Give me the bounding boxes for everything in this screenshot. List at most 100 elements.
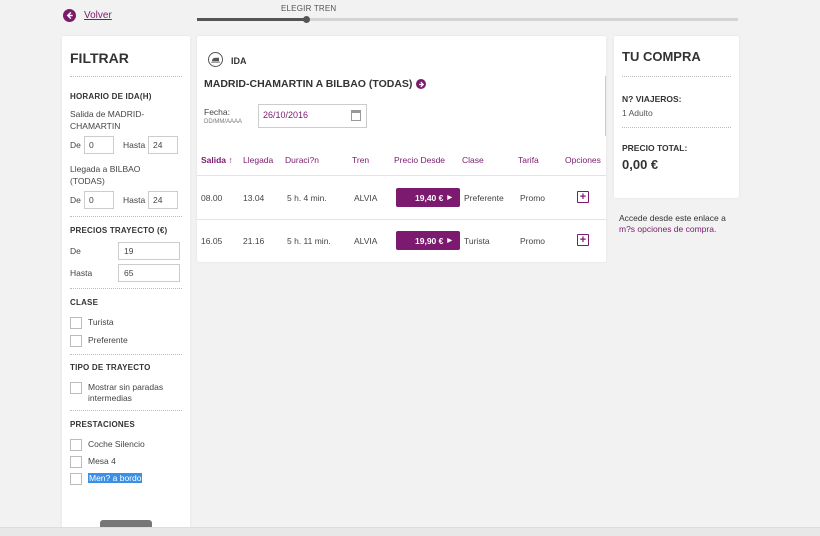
column-header-duration[interactable]: Duraci?n	[285, 155, 319, 165]
services-title: PRESTACIONES	[70, 420, 135, 429]
purchase-panel: TU COMPRA N? VIAJEROS: 1 Adulto PRECIO T…	[614, 36, 739, 198]
price-value: 19,40 €	[415, 192, 444, 203]
class-option-turista[interactable]: Turista	[70, 317, 182, 329]
progress-fill	[197, 18, 307, 21]
nonstop-option-label: Mostrar sin paradas intermedias	[88, 382, 164, 403]
scroll-track[interactable]	[605, 76, 606, 136]
purchase-options-note: Accede desde este enlace a m?s opciones …	[619, 213, 744, 235]
arrival-to-label: Hasta	[123, 195, 146, 205]
total-value: 0,00 €	[622, 157, 659, 172]
service-option-silencio[interactable]: Coche Silencio	[70, 439, 182, 451]
column-header-price[interactable]: Precio Desde	[394, 155, 445, 165]
service-option-mesa[interactable]: Mesa 4	[70, 456, 182, 468]
step-label: ELEGIR TREN	[281, 4, 337, 13]
horizontal-scrollbar[interactable]	[0, 527, 820, 536]
plus-icon[interactable]: +	[577, 234, 589, 246]
checkbox[interactable]	[70, 473, 82, 485]
service-option-label: Mesa 4	[88, 456, 116, 466]
schedule-title: HORARIO DE IDA(H)	[70, 92, 152, 101]
departure-from-label: De	[70, 140, 81, 150]
class-option-label: Turista	[88, 317, 114, 327]
divider	[197, 175, 606, 176]
price-value: 19,90 €	[415, 235, 444, 246]
arrival-time: 13.04	[243, 193, 265, 203]
results-panel: IDA MADRID-CHAMARTIN A BILBAO (TODAS) Fe…	[197, 36, 606, 262]
train-type: ALVIA	[354, 236, 378, 246]
price-button[interactable]: 19,90 € ▶	[396, 231, 460, 250]
divider	[70, 354, 182, 355]
purchase-options-link[interactable]: m?s opciones de compra.	[619, 224, 716, 234]
departure-to-label: Hasta	[123, 140, 146, 150]
travelers-label: N? VIAJEROS:	[622, 94, 682, 104]
date-label: Fecha:	[204, 107, 230, 117]
price-from-row: De 19	[70, 242, 182, 260]
travel-class: Preferente	[464, 193, 504, 203]
departure-time: 16.05	[201, 236, 223, 246]
plus-icon[interactable]: +	[577, 191, 589, 203]
route-text: MADRID-CHAMARTIN A BILBAO (TODAS)	[204, 78, 413, 90]
arrow-left-icon	[63, 9, 76, 22]
travelers-value: 1 Adulto	[622, 108, 653, 118]
checkbox[interactable]	[70, 456, 82, 468]
filter-panel: FILTRAR HORARIO DE IDA(H) Salida de MADR…	[62, 36, 190, 536]
service-option-label: Coche Silencio	[88, 439, 145, 449]
price-from-input[interactable]: 19	[118, 242, 180, 260]
filter-title: FILTRAR	[70, 50, 182, 77]
class-title: CLASE	[70, 298, 99, 307]
calendar-icon[interactable]	[351, 110, 361, 121]
travel-class: Turista	[464, 236, 490, 246]
train-type: ALVIA	[354, 193, 378, 203]
service-option-menu[interactable]: Men? a bordo	[70, 473, 182, 485]
class-option-preferente[interactable]: Preferente	[70, 335, 182, 347]
service-option-label: Men? a bordo	[88, 473, 143, 483]
back-label: Volver	[84, 10, 112, 21]
departure-to-input[interactable]: 24	[148, 136, 178, 154]
arrival-from-input[interactable]: 0	[84, 191, 114, 209]
progress-steps: ELEGIR TREN	[197, 4, 738, 24]
column-header-options: Opciones	[565, 155, 601, 165]
price-button[interactable]: 19,40 € ▶	[396, 188, 460, 207]
progress-marker	[303, 16, 310, 23]
date-format-hint: DD/MM/AAAA	[204, 119, 243, 125]
divider	[70, 410, 182, 411]
checkbox[interactable]	[70, 382, 82, 394]
direction-label: IDA	[231, 56, 247, 66]
fare-type: Promo	[520, 193, 546, 203]
divider	[70, 216, 182, 217]
nonstop-option[interactable]: Mostrar sin paradas intermedias	[70, 382, 182, 404]
departure-label: Salida de MADRID-CHAMARTIN	[70, 109, 145, 131]
caret-right-icon: ▶	[447, 238, 452, 244]
train-icon	[208, 52, 223, 67]
departure-range: De 0 Hasta 24	[70, 136, 182, 154]
arrival-range: De 0 Hasta 24	[70, 191, 182, 209]
purchase-title: TU COMPRA	[622, 49, 731, 77]
duration: 5 h. 11 min.	[287, 236, 331, 246]
divider	[70, 288, 182, 289]
trip-type-title: TIPO DE TRAYECTO	[70, 363, 151, 372]
price-from-label: De	[70, 246, 81, 256]
column-header-fare[interactable]: Tarifa	[518, 155, 539, 165]
column-header-train[interactable]: Tren	[352, 155, 369, 165]
note-text: Accede desde este enlace a	[619, 213, 726, 223]
progress-track	[197, 18, 738, 21]
price-to-row: Hasta 65	[70, 264, 182, 282]
back-link[interactable]: Volver	[63, 9, 112, 22]
column-header-class[interactable]: Clase	[462, 155, 484, 165]
checkbox[interactable]	[70, 335, 82, 347]
departure-from-input[interactable]: 0	[84, 136, 114, 154]
departure-time: 08.00	[201, 193, 223, 203]
class-option-label: Preferente	[88, 335, 128, 345]
arrival-to-input[interactable]: 24	[148, 191, 178, 209]
price-to-input[interactable]: 65	[118, 264, 180, 282]
date-input[interactable]: 26/10/2016	[258, 104, 367, 128]
column-header-arrival[interactable]: Llegada	[243, 155, 273, 165]
column-header-departure[interactable]: Salida ↑	[201, 155, 233, 165]
total-label: PRECIO TOTAL:	[622, 143, 688, 153]
checkbox[interactable]	[70, 439, 82, 451]
arrival-label: Llegada a BILBAO (TODAS)	[70, 164, 141, 186]
route-title: MADRID-CHAMARTIN A BILBAO (TODAS)	[204, 78, 427, 90]
arrow-right-icon	[416, 79, 427, 89]
caret-right-icon: ▶	[447, 195, 452, 201]
checkbox[interactable]	[70, 317, 82, 329]
date-value: 26/10/2016	[263, 110, 309, 120]
